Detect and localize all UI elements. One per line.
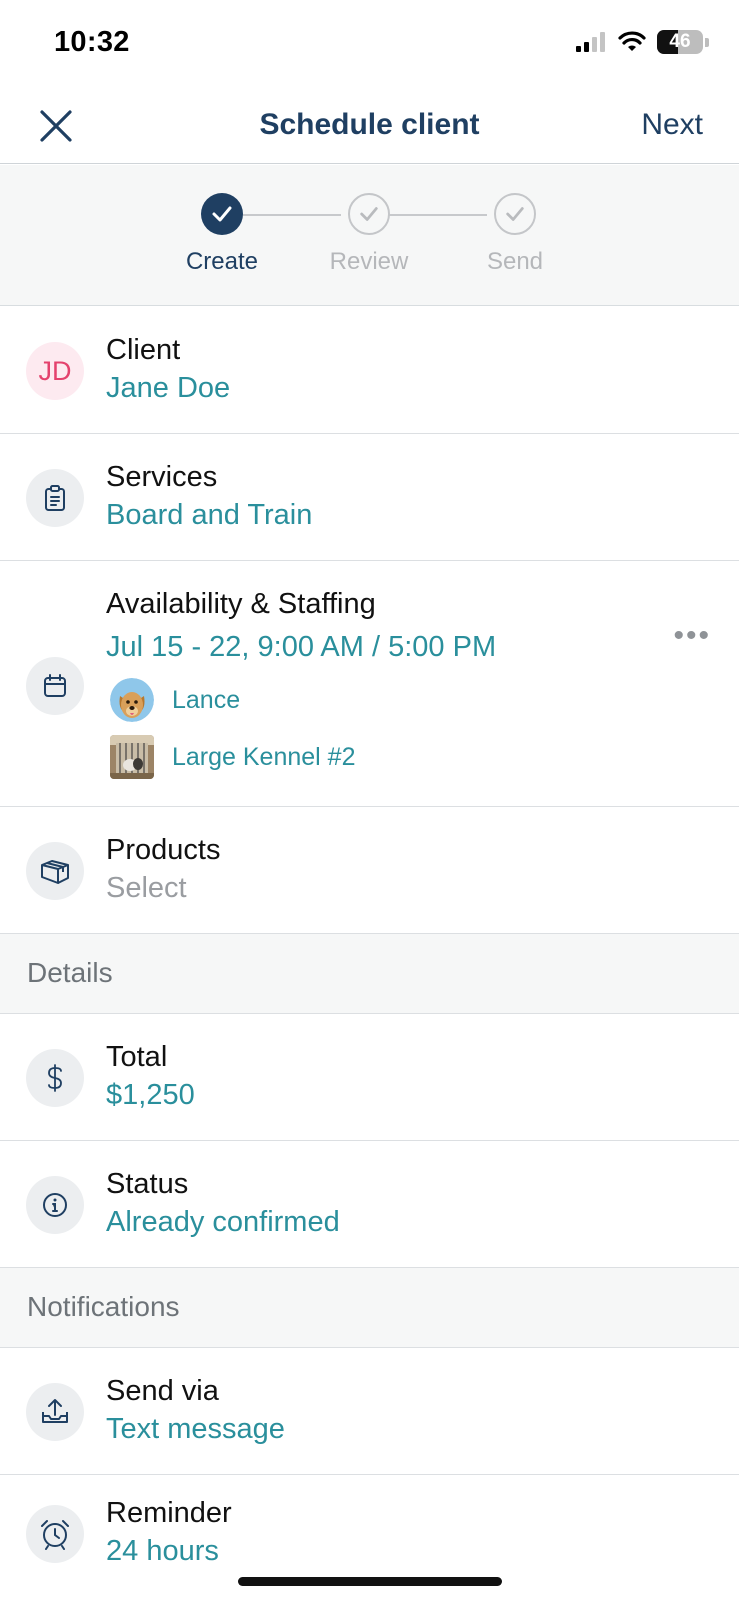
send-via-row[interactable]: Send via Text message [0,1348,739,1475]
more-options-button[interactable]: ••• [673,619,711,653]
check-icon [212,206,232,222]
dollar-icon [26,1049,84,1107]
section-label: Notifications [27,1291,180,1322]
total-row[interactable]: Total $1,250 [0,1014,739,1141]
kennel-thumbnail [110,735,154,779]
step-review-label: Review [329,248,409,275]
staff-item[interactable]: Lance [110,678,240,722]
availability-title: Availability & Staffing [106,588,376,620]
progress-stepper: Create Review Send [0,165,739,306]
send-via-value: Text message [106,1413,285,1445]
client-value: Jane Doe [106,372,231,404]
reminder-title: Reminder [106,1497,232,1529]
check-icon [506,207,524,221]
staff-name: Lance [172,685,241,714]
step-send-indicator [494,193,536,235]
calendar-icon [26,657,84,715]
step-create-indicator [201,193,243,235]
box-icon [26,842,84,900]
products-row[interactable]: Products Select [0,807,739,934]
section-header-details: Details [0,934,739,1014]
client-row[interactable]: JD Client Jane Doe [0,307,739,434]
services-title: Services [106,461,218,493]
send-tray-icon [26,1383,84,1441]
navigation-bar: Schedule client Next [0,88,739,164]
client-title: Client [106,334,181,366]
availability-row[interactable]: Availability & Staffing Jul 15 - 22, 9:0… [0,561,739,807]
status-icons: 46 [575,30,709,54]
section-label: Details [27,957,113,988]
total-value: $1,250 [106,1079,195,1111]
step-review-indicator [348,193,390,235]
battery-icon: 46 [657,30,703,54]
products-title: Products [106,834,221,866]
status-value: Already confirmed [106,1206,340,1238]
step-send-label: Send [486,248,544,275]
alarm-clock-icon [26,1505,84,1563]
step-connector [243,214,341,216]
step-connector [389,214,487,216]
battery-percent: 46 [669,31,691,52]
resource-item[interactable]: Large Kennel #2 [110,735,355,779]
step-create-label: Create [185,248,259,275]
page-title: Schedule client [259,108,480,141]
status-time: 10:32 [54,26,130,58]
services-value: Board and Train [106,499,313,531]
info-icon [26,1176,84,1234]
wifi-icon [618,31,646,51]
products-value: Select [106,872,187,904]
client-initials-avatar: JD [26,342,84,400]
status-bar: 10:32 46 [0,0,739,88]
status-row[interactable]: Status Already confirmed [0,1141,739,1268]
battery-cap [705,37,709,47]
check-icon [360,207,378,221]
next-button[interactable]: Next [641,108,703,142]
clipboard-icon [26,469,84,527]
cellular-signal-icon [576,32,605,52]
availability-value: Jul 15 - 22, 9:00 AM / 5:00 PM [106,631,497,663]
home-indicator [238,1577,502,1586]
resource-name: Large Kennel #2 [172,742,356,771]
services-row[interactable]: Services Board and Train [0,434,739,561]
reminder-value: 24 hours [106,1535,219,1567]
status-title: Status [106,1168,189,1200]
total-title: Total [106,1041,168,1073]
send-via-title: Send via [106,1375,219,1407]
dog-avatar [110,678,154,722]
section-header-notifications: Notifications [0,1268,739,1348]
